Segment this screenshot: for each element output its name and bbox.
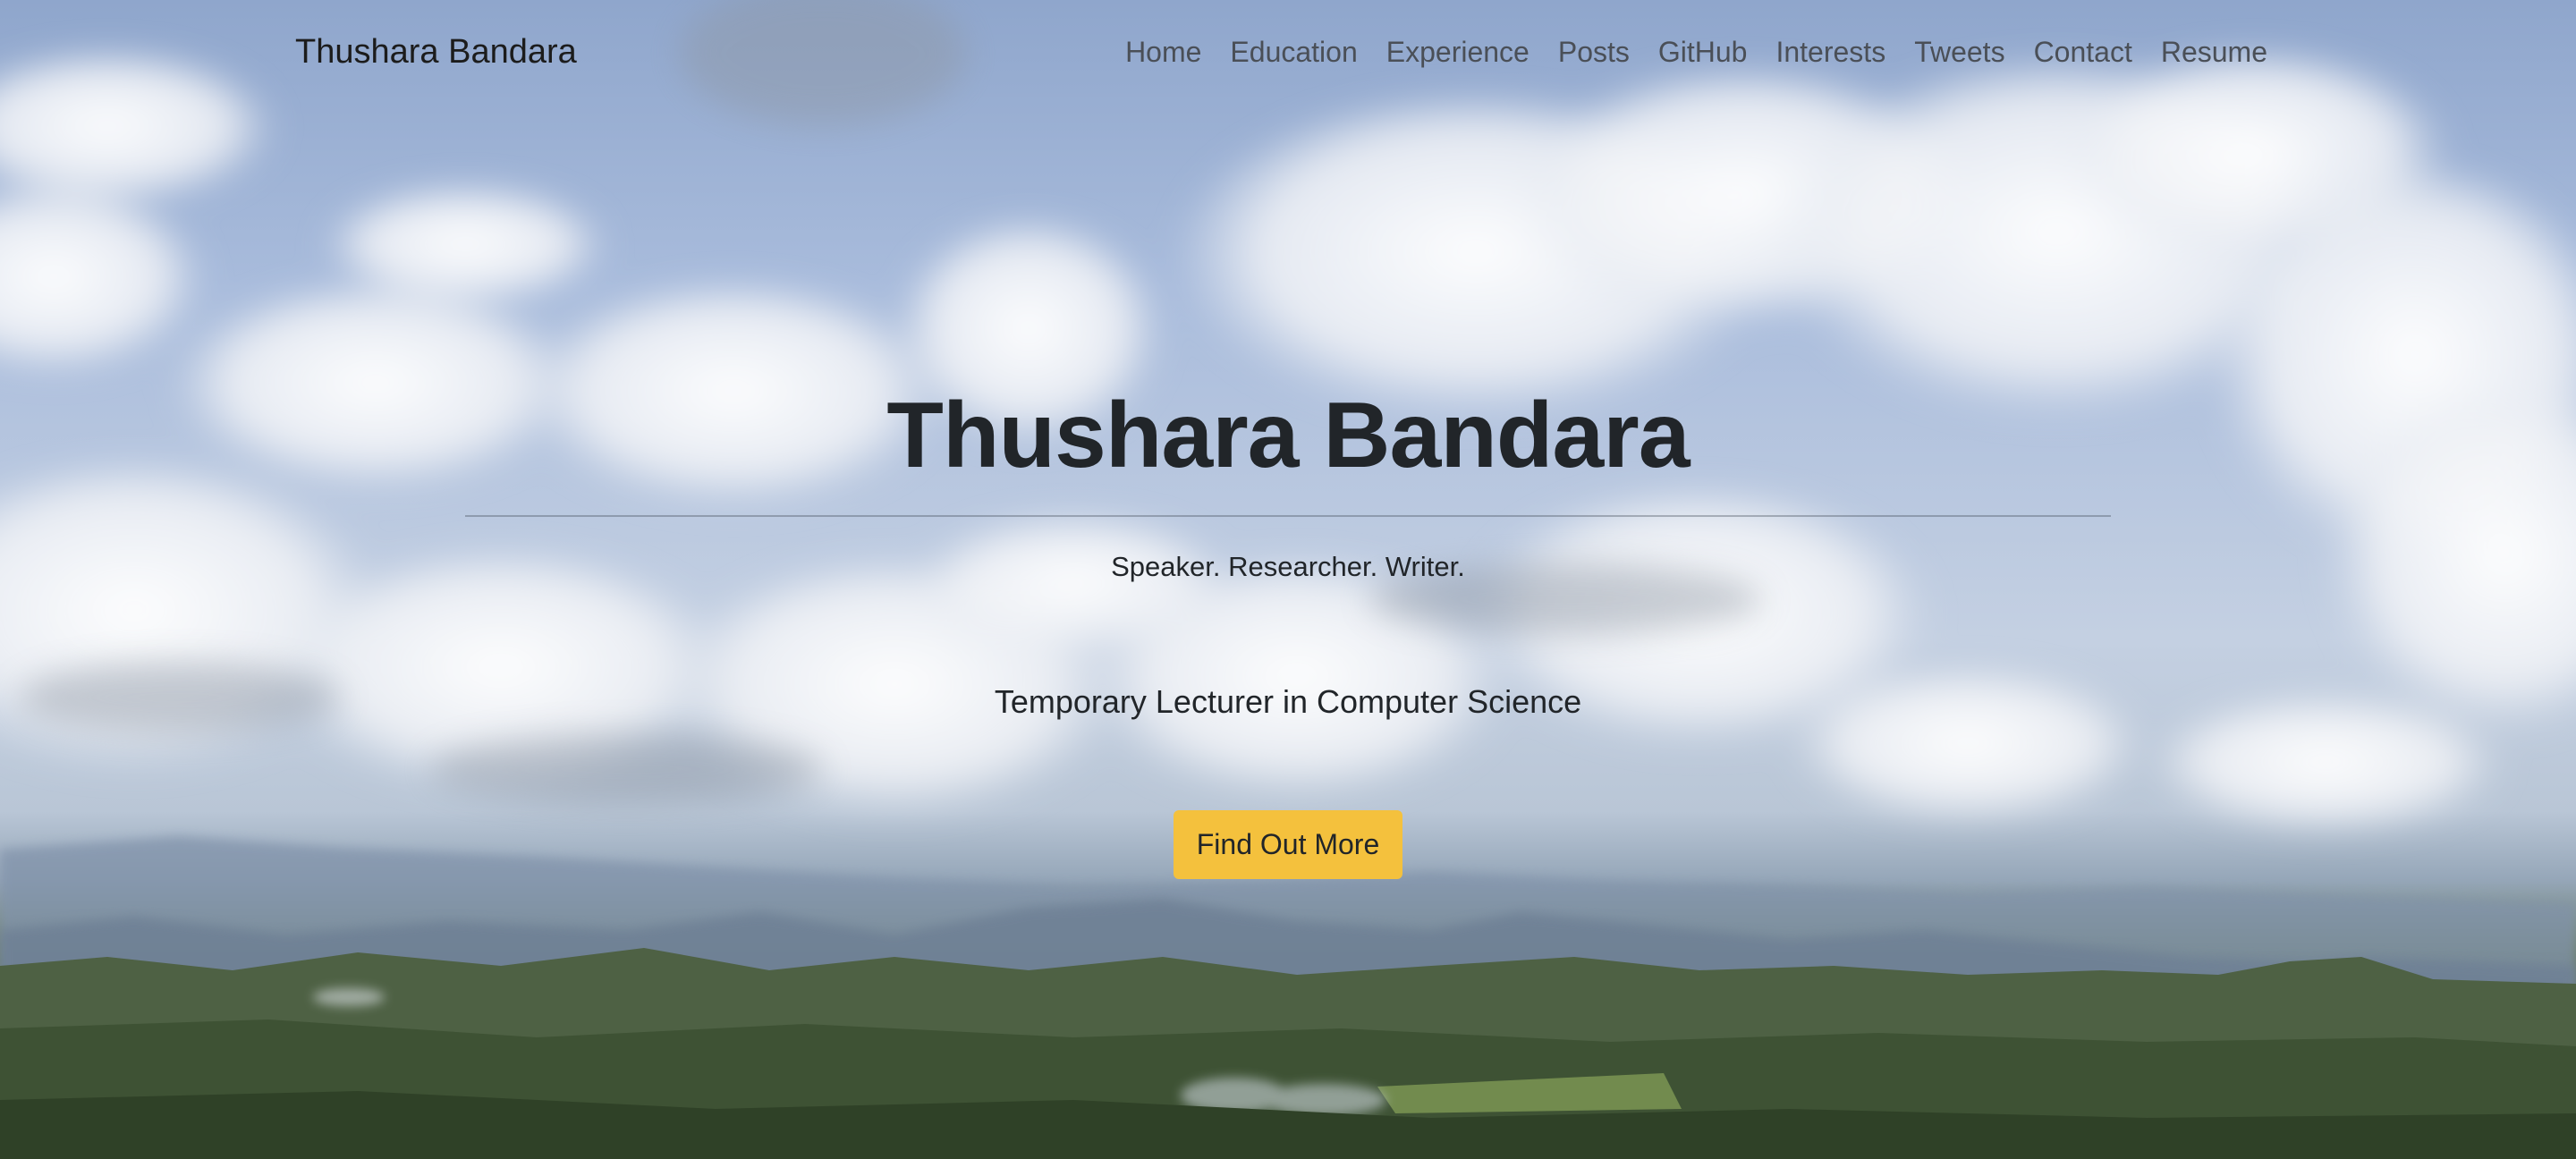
hero-section: Thushara Bandara Home Education Experien… bbox=[0, 0, 2576, 1159]
title-divider bbox=[465, 515, 2111, 518]
nav-link-contact[interactable]: Contact bbox=[2034, 36, 2132, 69]
nav-link-home[interactable]: Home bbox=[1125, 36, 1201, 69]
find-out-more-button[interactable]: Find Out More bbox=[1173, 810, 1403, 880]
hero-role: Temporary Lecturer in Computer Science bbox=[994, 683, 1582, 721]
brand-link[interactable]: Thushara Bandara bbox=[295, 33, 577, 72]
nav-link-education[interactable]: Education bbox=[1230, 36, 1357, 69]
top-navbar: Thushara Bandara Home Education Experien… bbox=[295, 25, 2267, 79]
hero-title: Thushara Bandara bbox=[886, 384, 1690, 487]
hero-tagline: Speaker. Researcher. Writer. bbox=[1111, 551, 1465, 583]
nav-link-posts[interactable]: Posts bbox=[1558, 36, 1630, 69]
nav-link-tweets[interactable]: Tweets bbox=[1914, 36, 2004, 69]
nav-link-experience[interactable]: Experience bbox=[1386, 36, 1530, 69]
hero-content: Thushara Bandara Speaker. Researcher. Wr… bbox=[0, 384, 2576, 880]
nav-link-resume[interactable]: Resume bbox=[2161, 36, 2267, 69]
nav-link-github[interactable]: GitHub bbox=[1658, 36, 1748, 69]
nav-links: Home Education Experience Posts GitHub I… bbox=[1125, 36, 2267, 69]
nav-link-interests[interactable]: Interests bbox=[1775, 36, 1885, 69]
